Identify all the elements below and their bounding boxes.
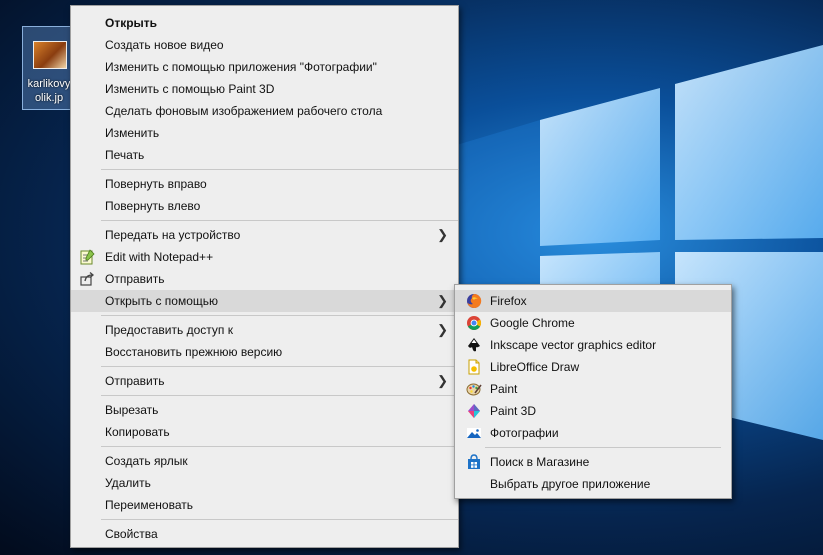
submenu-item-label: LibreOffice Draw	[490, 360, 580, 374]
libreoffice-draw-icon	[468, 359, 480, 375]
menu-separator	[101, 169, 458, 170]
menu-item-label: Edit with Notepad++	[105, 250, 214, 264]
menu-item-edit-notepadpp[interactable]: Edit with Notepad++	[71, 246, 458, 268]
paint-icon	[466, 383, 482, 396]
submenu-item-label: Фотографии	[490, 426, 559, 440]
inkscape-icon	[468, 338, 480, 352]
submenu-item-search-store[interactable]: Поиск в Магазине	[455, 451, 731, 473]
menu-item-cast-to-device[interactable]: Передать на устройство ❯	[71, 224, 458, 246]
paint3d-icon	[468, 404, 480, 418]
store-icon	[468, 454, 480, 469]
photos-icon	[467, 428, 481, 438]
desktop-file-icon[interactable]: karlikovy olik.jp	[22, 26, 76, 110]
menu-item-restore-versions[interactable]: Восстановить прежнюю версию	[71, 341, 458, 363]
submenu-item-label: Google Chrome	[490, 316, 575, 330]
desktop-file-label: karlikovy olik.jp	[27, 78, 71, 104]
submenu-item-paint[interactable]: Paint	[455, 378, 731, 400]
menu-item-edit-paint3d[interactable]: Изменить с помощью Paint 3D	[71, 78, 458, 100]
menu-item-edit[interactable]: Изменить	[71, 122, 458, 144]
submenu-item-label: Поиск в Магазине	[490, 455, 590, 469]
context-menu: Открыть Создать новое видео Изменить с п…	[70, 5, 459, 548]
submenu-item-label: Paint 3D	[490, 404, 537, 418]
submenu-item-label: Paint	[490, 382, 518, 396]
menu-item-share[interactable]: Отправить	[71, 268, 458, 290]
firefox-icon	[467, 293, 482, 308]
submenu-item-firefox[interactable]: Firefox	[455, 290, 731, 312]
chevron-right-icon: ❯	[437, 227, 448, 242]
menu-separator	[101, 366, 458, 367]
menu-item-open[interactable]: Открыть	[71, 12, 458, 34]
submenu-item-inkscape[interactable]: Inkscape vector graphics editor	[455, 334, 731, 356]
menu-item-delete[interactable]: Удалить	[71, 472, 458, 494]
menu-separator	[101, 220, 458, 221]
menu-item-give-access[interactable]: Предоставить доступ к ❯	[71, 319, 458, 341]
chevron-right-icon: ❯	[437, 322, 448, 337]
menu-separator	[101, 446, 458, 447]
menu-item-rotate-right[interactable]: Повернуть вправо	[71, 173, 458, 195]
menu-item-label: Открыть с помощью	[105, 294, 219, 308]
chrome-icon	[467, 316, 481, 330]
submenu-item-chrome[interactable]: Google Chrome	[455, 312, 731, 334]
menu-item-cut[interactable]: Вырезать	[71, 399, 458, 421]
menu-separator	[485, 447, 721, 448]
menu-item-print[interactable]: Печать	[71, 144, 458, 166]
notepadpp-icon	[80, 249, 95, 265]
chevron-right-icon: ❯	[437, 293, 448, 308]
menu-item-copy[interactable]: Копировать	[71, 421, 458, 443]
menu-item-properties[interactable]: Свойства	[71, 523, 458, 545]
menu-item-label: Предоставить доступ к	[105, 323, 233, 337]
submenu-item-libreoffice-draw[interactable]: LibreOffice Draw	[455, 356, 731, 378]
menu-item-create-video[interactable]: Создать новое видео	[71, 34, 458, 56]
menu-item-label: Передать на устройство	[105, 228, 241, 242]
chevron-right-icon: ❯	[437, 373, 448, 388]
submenu-item-paint3d[interactable]: Paint 3D	[455, 400, 731, 422]
menu-item-open-with[interactable]: Открыть с помощью ❯	[71, 290, 458, 312]
menu-item-rename[interactable]: Переименовать	[71, 494, 458, 516]
menu-item-label: Отправить	[105, 272, 165, 286]
share-icon	[80, 272, 95, 286]
menu-item-edit-photos[interactable]: Изменить с помощью приложения "Фотографи…	[71, 56, 458, 78]
image-thumbnail-icon	[33, 41, 67, 69]
open-with-submenu: Firefox Google Chrome Inkscape vector gr…	[454, 284, 732, 499]
menu-item-create-shortcut[interactable]: Создать ярлык	[71, 450, 458, 472]
menu-separator	[101, 395, 458, 396]
submenu-item-choose-other[interactable]: Выбрать другое приложение	[455, 473, 731, 495]
submenu-item-label: Firefox	[490, 294, 527, 308]
submenu-item-photos[interactable]: Фотографии	[455, 422, 731, 444]
menu-item-set-wallpaper[interactable]: Сделать фоновым изображением рабочего ст…	[71, 100, 458, 122]
menu-separator	[101, 315, 458, 316]
menu-separator	[101, 519, 458, 520]
submenu-item-label: Inkscape vector graphics editor	[490, 338, 657, 352]
menu-item-rotate-left[interactable]: Повернуть влево	[71, 195, 458, 217]
menu-item-label: Отправить	[105, 374, 165, 388]
menu-item-send-to[interactable]: Отправить ❯	[71, 370, 458, 392]
